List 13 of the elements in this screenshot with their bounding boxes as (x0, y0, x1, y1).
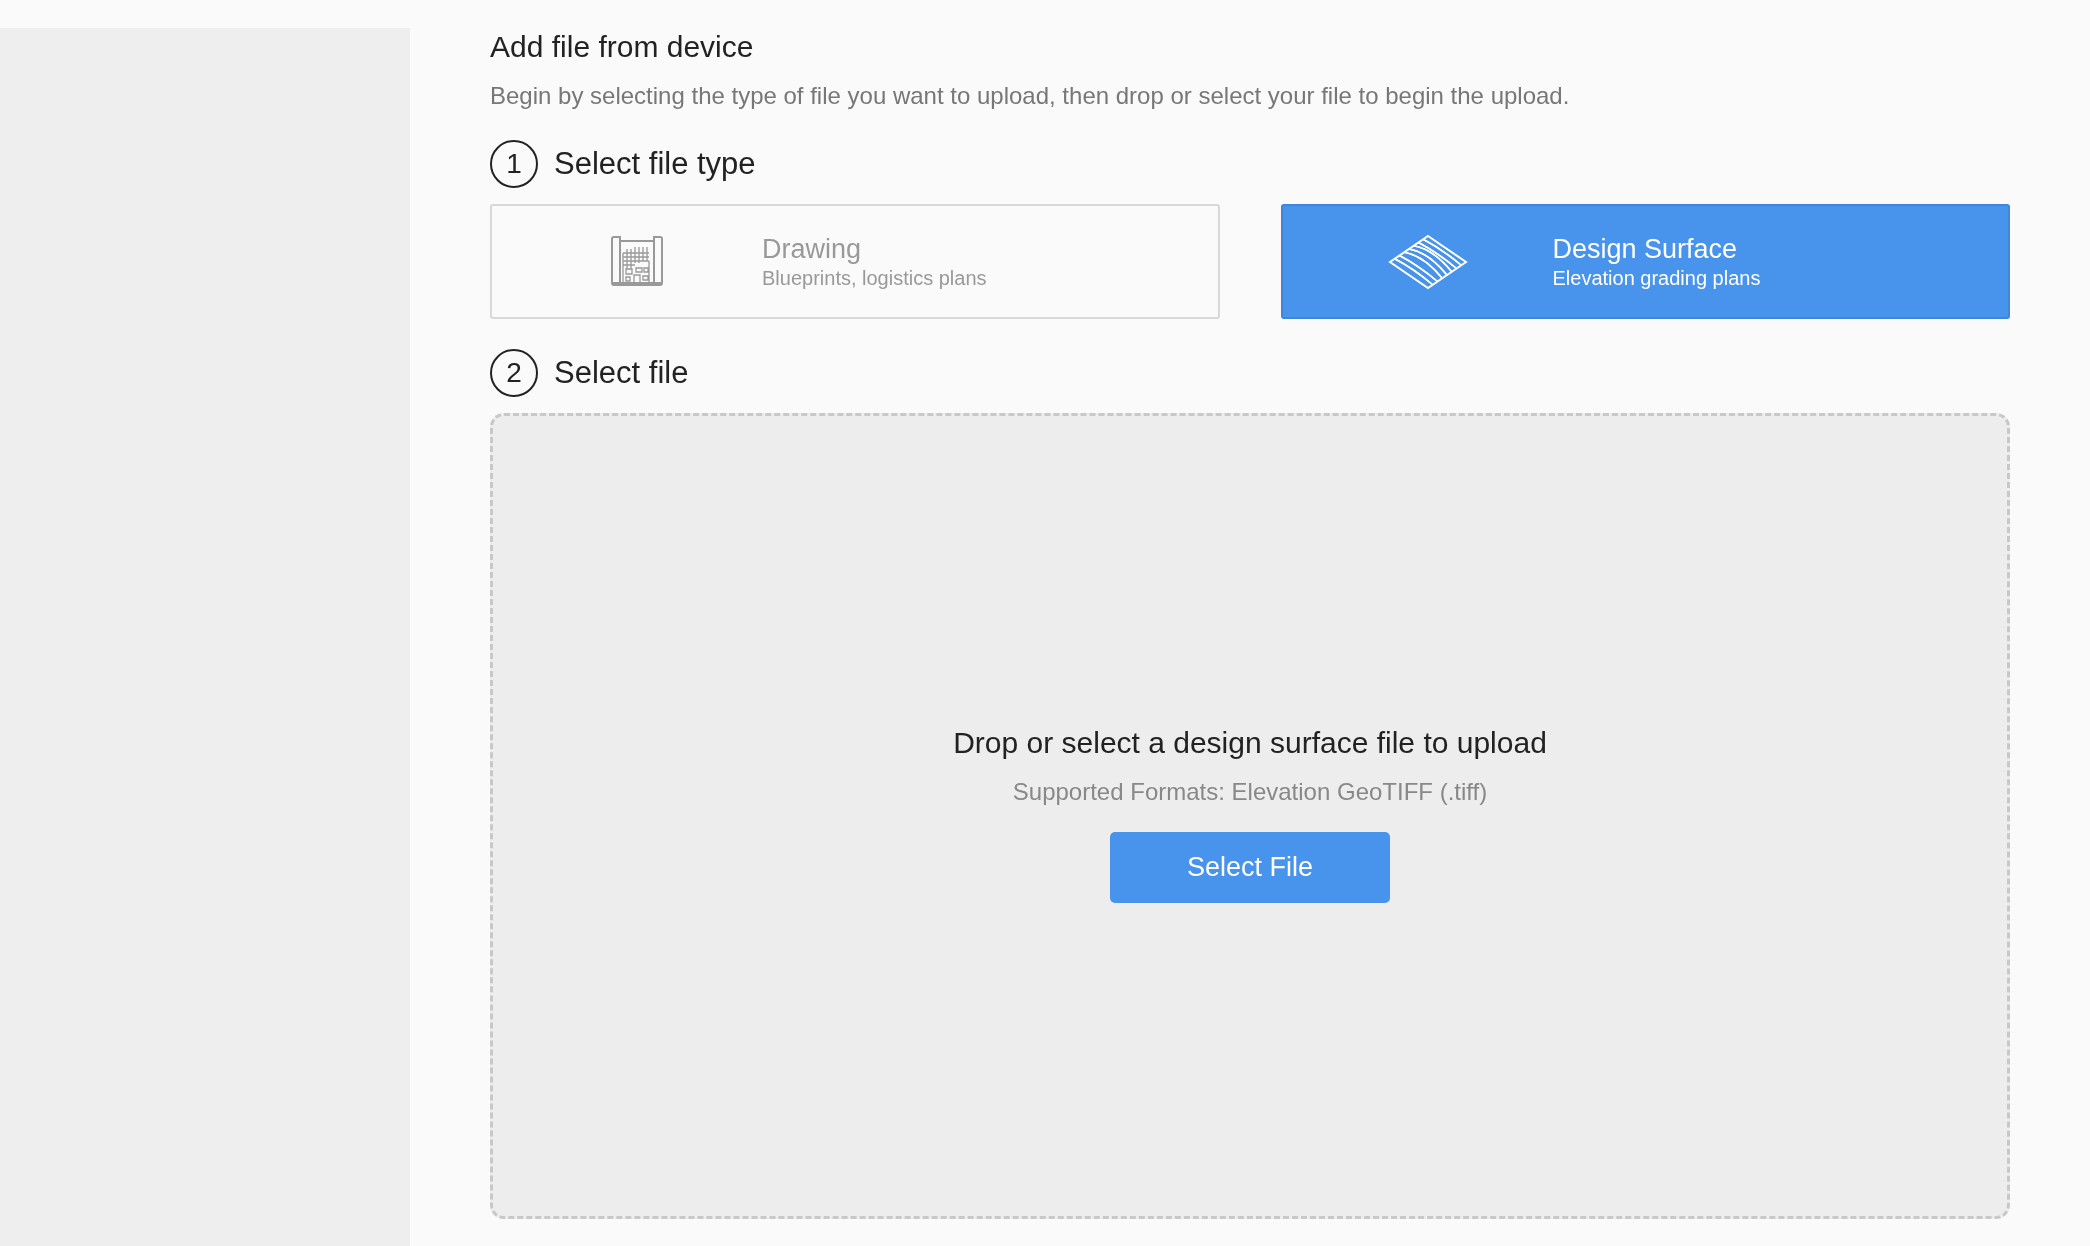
file-drop-zone[interactable]: Drop or select a design surface file to upload Supported Formats: Elevation GeoTIFF (.tiff) Select File (490, 413, 2010, 1219)
file-type-option[interactable]: Drawing Blueprints, logistics plans (490, 204, 1220, 319)
page-description: Begin by selecting the type of file you want to upload, then drop or select your file to begin the upload. (490, 82, 1571, 110)
step-title: Select file (554, 355, 689, 391)
select-file-button[interactable]: Select File (1110, 832, 1390, 903)
step-number: 1 (490, 140, 538, 188)
step-number: 2 (490, 349, 538, 397)
drop-zone-heading: Drop or select a design surface file to upload (953, 726, 1547, 760)
file-type-option[interactable]: Design Surface Elevation grading plans (1280, 204, 2010, 319)
wireframe-surface-icon (1387, 233, 1468, 290)
supported-formats-text: Supported Formats: Elevation GeoTIFF (.tiff) (1012, 778, 1488, 806)
step-title: Select file type (554, 146, 756, 182)
page-title: Add file from device (490, 30, 755, 64)
